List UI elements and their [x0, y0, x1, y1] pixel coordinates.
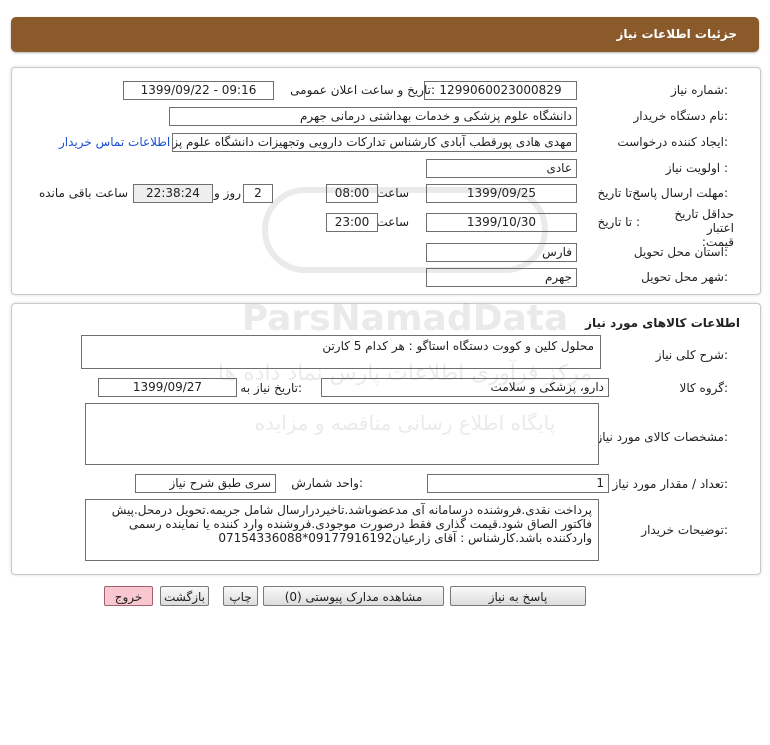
buyer-notes-field: پرداخت نقدی.فروشنده درسامانه آی مدعضوباش…: [85, 499, 599, 561]
days-label: روز و: [214, 186, 241, 200]
need-date-field: 1399/09/27: [98, 378, 237, 397]
time-remaining-label: ساعت باقی مانده: [38, 186, 128, 200]
deadline-time-field: 08:00: [326, 184, 378, 203]
goods-group-field: دارو، پزشکی و سلامت: [321, 378, 609, 397]
quantity-label: تعداد / مقدار مورد نیاز:: [612, 477, 728, 491]
general-info-panel: شماره نیاز: 1299060023000829 تاریخ و ساع…: [11, 67, 761, 295]
province-label: استان محل تحویل:: [633, 245, 728, 259]
print-button[interactable]: چاپ: [223, 586, 258, 606]
view-attachments-button[interactable]: مشاهده مدارک پیوستی (0): [263, 586, 444, 606]
validity-to-date-label: تا تاریخ :: [597, 215, 640, 229]
buyer-label: نام دستگاه خریدار:: [633, 109, 729, 123]
deadline-to-date-label: تا تاریخ :: [597, 186, 640, 200]
validity-date-field: 1399/10/30: [426, 213, 577, 232]
need-description-field: محلول کلین و کووت دستگاه استاگو : هر کدا…: [81, 335, 601, 369]
back-button[interactable]: بازگشت: [160, 586, 209, 606]
unit-field: سری طبق شرح نیاز: [135, 474, 276, 493]
buyer-notes-label: توضیحات خریدار:: [641, 523, 728, 537]
validity-time-field: 23:00: [326, 213, 378, 232]
province-field: فارس: [426, 243, 577, 262]
priority-label: اولویت نیاز :: [665, 161, 728, 175]
creator-label: ایجاد کننده درخواست:: [617, 135, 728, 149]
deadline-time-label: ساعت: [376, 186, 409, 200]
specs-label: مشخصات کالای مورد نیاز:: [596, 430, 728, 444]
validity-label: حداقل تاریخ اعتبار قیمت:: [674, 207, 734, 249]
quantity-field: 1: [427, 474, 609, 493]
announce-datetime-field: 1399/09/22 - 09:16: [123, 81, 274, 100]
buyer-contact-link[interactable]: اطلاعات تماس خریدار: [59, 135, 170, 149]
unit-label: واحد شمارش:: [291, 476, 363, 490]
deadline-label: مهلت ارسال پاسخ:: [632, 186, 728, 200]
reply-button[interactable]: پاسخ به نیاز: [450, 586, 586, 606]
exit-button[interactable]: خروج: [104, 586, 153, 606]
specs-field: [85, 403, 599, 465]
buyer-field: دانشگاه علوم پزشکی و خدمات بهداشتی درمان…: [169, 107, 577, 126]
days-remaining-field: 2: [243, 184, 273, 203]
priority-field: عادی: [426, 159, 577, 178]
goods-panel: اطلاعات کالاهای مورد نیاز شرح کلی نیاز: …: [11, 303, 761, 575]
goods-section-title: اطلاعات کالاهای مورد نیاز: [585, 316, 740, 330]
city-field: جهرم: [426, 268, 577, 287]
validity-time-label: ساعت: [376, 215, 409, 229]
time-remaining-field: 22:38:24: [133, 184, 213, 203]
announce-datetime-label: تاریخ و ساعت اعلان عمومی:: [290, 83, 435, 97]
creator-field: مهدی هادی پورقطب آبادی کارشناس تدارکات د…: [172, 133, 577, 152]
need-description-label: شرح کلی نیاز:: [655, 348, 728, 362]
goods-group-label: گروه کالا:: [679, 381, 729, 395]
need-number-label: شماره نیاز:: [670, 83, 728, 97]
city-label: شهر محل تحویل:: [641, 270, 728, 284]
page-title: جزئیات اطلاعات نیاز: [616, 27, 737, 41]
page-header: جزئیات اطلاعات نیاز: [11, 17, 759, 52]
deadline-date-field: 1399/09/25: [426, 184, 577, 203]
need-number-field: 1299060023000829: [424, 81, 577, 100]
